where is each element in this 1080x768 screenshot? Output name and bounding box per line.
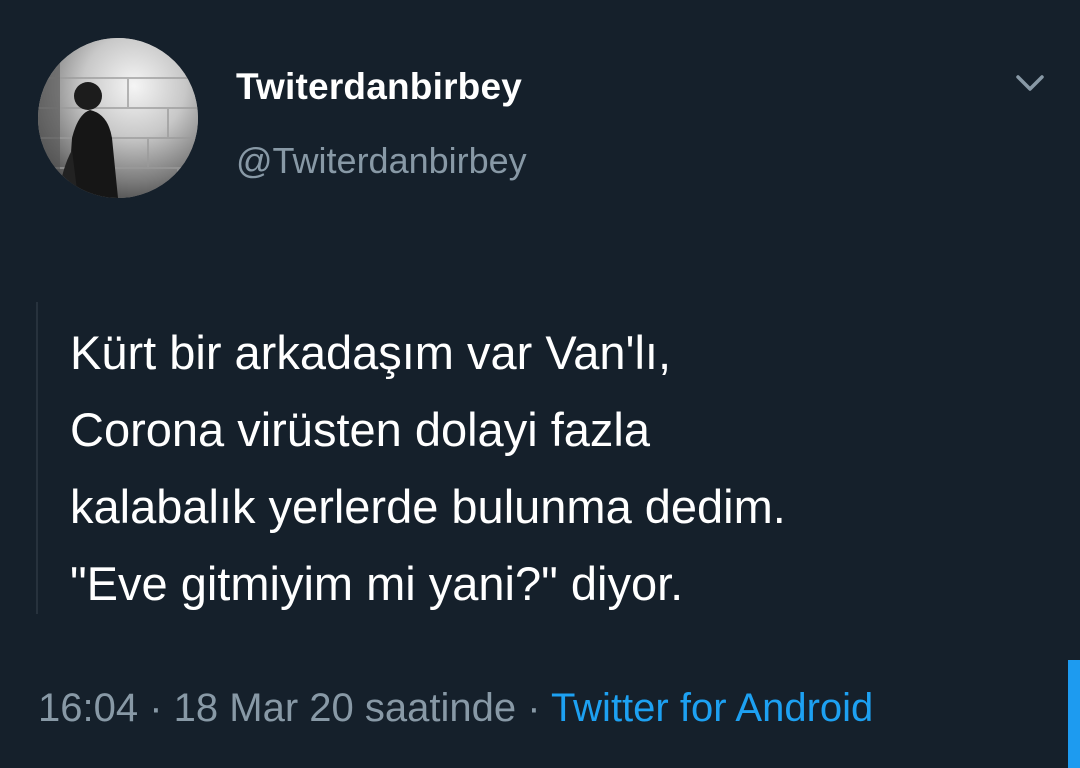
tweet-text: Kürt bir arkadaşım var Van'lı, Corona vi… xyxy=(70,314,1050,622)
scrollbar[interactable] xyxy=(1068,660,1080,768)
meta-separator: · xyxy=(516,686,551,730)
tweet-text-line: kalabalık yerlerde bulunma dedim. xyxy=(70,480,786,533)
tweet-text-line: "Eve gitmiyim mi yani?" diyor. xyxy=(70,557,684,610)
tweet-source-link[interactable]: Twitter for Android xyxy=(551,686,873,730)
tweet-date[interactable]: 18 Mar 20 saatinde xyxy=(174,686,516,730)
profile-photo-icon xyxy=(38,38,198,198)
display-name[interactable]: Twiterdanbirbey xyxy=(236,66,522,108)
tweet-meta: 16:04 · 18 Mar 20 saatinde · Twitter for… xyxy=(38,686,873,731)
thread-line xyxy=(36,302,38,614)
tweet-text-line: Kürt bir arkadaşım var Van'lı, xyxy=(70,326,672,379)
chevron-down-icon[interactable] xyxy=(1008,64,1052,104)
tweet-text-line: Corona virüsten dolayi fazla xyxy=(70,403,650,456)
meta-separator: · xyxy=(138,686,174,730)
tweet-card: Twiterdanbirbey @Twiterdanbirbey Kürt bi… xyxy=(0,0,1080,768)
tweet-time[interactable]: 16:04 xyxy=(38,686,138,730)
avatar[interactable] xyxy=(38,38,198,198)
user-handle[interactable]: @Twiterdanbirbey xyxy=(236,140,527,182)
